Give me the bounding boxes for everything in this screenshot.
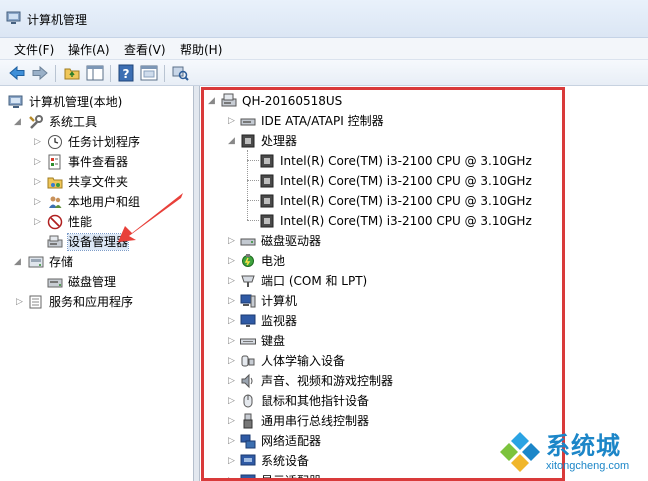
tree-item-label: 设备管理器 bbox=[66, 233, 130, 251]
watermark-url: xitongcheng.com bbox=[546, 460, 630, 472]
computer-management-icon bbox=[6, 11, 22, 25]
menu-action[interactable]: 操作(A) bbox=[66, 41, 112, 58]
collapse-arrow-icon[interactable]: ◢ bbox=[14, 256, 23, 268]
tools-icon bbox=[28, 114, 44, 130]
services-icon bbox=[28, 294, 44, 310]
event-log-icon bbox=[47, 154, 63, 170]
expand-arrow-icon[interactable]: ▷ bbox=[34, 156, 43, 168]
help-icon[interactable]: ? bbox=[117, 64, 135, 82]
expand-arrow-icon[interactable]: ▷ bbox=[34, 176, 43, 188]
tree-item-event-viewer[interactable]: ▷ 事件查看器 bbox=[4, 152, 192, 172]
tree-item-label: 存储 bbox=[49, 255, 74, 269]
toolbar-separator bbox=[55, 65, 56, 82]
disk-management-icon bbox=[47, 274, 63, 290]
title-bar: 计算机管理 bbox=[0, 0, 648, 38]
scan-hardware-icon[interactable] bbox=[171, 64, 189, 82]
navigation-tree: 计算机管理(本地) ◢ 系统工具 ▷ 任务计划程序 ▷ 事件查看器 ▷ 共享文件… bbox=[0, 86, 194, 481]
svg-text:?: ? bbox=[123, 67, 130, 81]
tree-item-root[interactable]: 计算机管理(本地) bbox=[4, 92, 192, 112]
tree-item-label: 性能 bbox=[68, 215, 93, 229]
watermark-logo-icon bbox=[500, 430, 540, 472]
collapse-arrow-icon[interactable]: ◢ bbox=[14, 116, 23, 128]
tree-item-label: 共享文件夹 bbox=[68, 175, 129, 189]
expand-arrow-icon[interactable]: ▷ bbox=[34, 136, 43, 148]
toolbar-separator bbox=[110, 65, 111, 82]
menu-help[interactable]: 帮助(H) bbox=[178, 41, 224, 58]
tree-item-shared-folders[interactable]: ▷ 共享文件夹 bbox=[4, 172, 192, 192]
toolbar-separator bbox=[164, 65, 165, 82]
watermark-title: 系统城 bbox=[546, 432, 621, 460]
device-manager-icon bbox=[47, 234, 63, 250]
tree-item-label: 本地用户和组 bbox=[68, 195, 141, 209]
forward-icon[interactable] bbox=[31, 64, 49, 82]
tree-item-label: 系统工具 bbox=[49, 115, 98, 129]
tree-item-local-users[interactable]: ▷ 本地用户和组 bbox=[4, 192, 192, 212]
tree-item-storage[interactable]: ◢ 存储 bbox=[4, 252, 192, 272]
users-icon bbox=[47, 194, 63, 210]
properties-icon[interactable] bbox=[140, 64, 158, 82]
expand-arrow-icon[interactable]: ▷ bbox=[16, 296, 25, 308]
show-tree-icon[interactable] bbox=[86, 64, 104, 82]
performance-icon bbox=[47, 214, 63, 230]
tree-item-system-tools[interactable]: ◢ 系统工具 bbox=[4, 112, 192, 132]
menu-view[interactable]: 查看(V) bbox=[122, 41, 168, 58]
computer-management-icon bbox=[8, 94, 24, 110]
menu-bar: 文件(F) 操作(A) 查看(V) 帮助(H) bbox=[0, 38, 648, 59]
menu-file[interactable]: 文件(F) bbox=[12, 41, 56, 58]
toolbar: ? bbox=[0, 59, 648, 86]
expand-arrow-icon[interactable]: ▷ bbox=[34, 216, 43, 228]
tree-item-disk-management[interactable]: 磁盘管理 bbox=[4, 272, 192, 292]
tree-item-label: 事件查看器 bbox=[68, 155, 129, 169]
tree-item-label: 服务和应用程序 bbox=[49, 295, 134, 309]
tree-item-performance[interactable]: ▷ 性能 bbox=[4, 212, 192, 232]
window-title: 计算机管理 bbox=[27, 13, 88, 27]
tree-item-label: 磁盘管理 bbox=[68, 275, 117, 289]
storage-icon bbox=[28, 254, 44, 270]
tree-item-label: 任务计划程序 bbox=[68, 135, 141, 149]
tree-item-services-apps[interactable]: ▷ 服务和应用程序 bbox=[4, 292, 192, 312]
tree-item-label: 计算机管理(本地) bbox=[29, 95, 123, 109]
watermark: 系统城 xitongcheng.com bbox=[494, 424, 648, 481]
tree-item-task-scheduler[interactable]: ▷ 任务计划程序 bbox=[4, 132, 192, 152]
clock-icon bbox=[47, 134, 63, 150]
highlight-box bbox=[201, 87, 565, 481]
up-folder-icon[interactable] bbox=[63, 64, 81, 82]
back-icon[interactable] bbox=[8, 64, 26, 82]
tree-item-device-manager[interactable]: 设备管理器 bbox=[4, 232, 192, 252]
shared-folder-icon bbox=[47, 174, 63, 190]
expand-arrow-icon[interactable]: ▷ bbox=[34, 196, 43, 208]
